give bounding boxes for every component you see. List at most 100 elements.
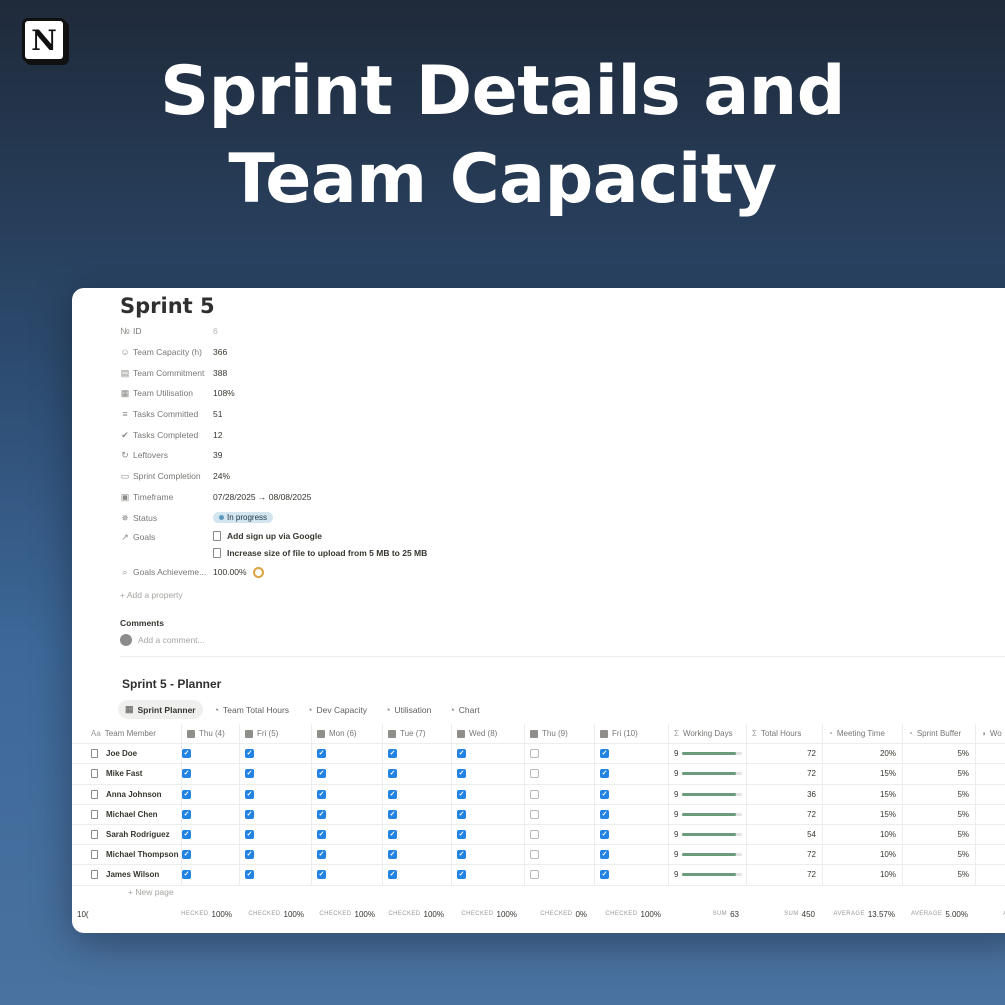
checked-checkbox[interactable]: ✓: [317, 749, 326, 759]
column-header[interactable]: Aa Team Member: [86, 724, 182, 744]
footer-calculation[interactable]: AVERA: [974, 905, 1005, 923]
checked-checkbox[interactable]: ✓: [245, 809, 254, 819]
checked-checkbox[interactable]: ✓: [182, 769, 191, 779]
column-header[interactable]: Wed (8): [452, 724, 525, 744]
day-checkbox-cell[interactable]: ✓: [312, 764, 383, 784]
day-checkbox-cell[interactable]: ✓: [312, 845, 383, 865]
checked-checkbox[interactable]: ✓: [182, 830, 191, 840]
team-member-cell[interactable]: Sarah Rodriguez: [86, 825, 182, 845]
day-checkbox-cell[interactable]: [525, 784, 595, 804]
checked-checkbox[interactable]: ✓: [388, 769, 397, 779]
day-checkbox-cell[interactable]: ✓: [595, 764, 669, 784]
comment-input[interactable]: Add a comment...: [120, 634, 205, 646]
column-header[interactable]: Fri (10): [595, 724, 669, 744]
column-header[interactable]: Fri (5): [240, 724, 312, 744]
property-row[interactable]: ▦ Team Utilisation 108%: [120, 383, 427, 404]
column-header[interactable]: Σ Total Hours: [747, 724, 823, 744]
sprint-buffer-cell[interactable]: 5%: [903, 825, 976, 845]
column-header[interactable]: ◔ Sprint Buffer: [903, 724, 976, 744]
day-checkbox-cell[interactable]: ✓: [595, 865, 669, 885]
goal-link[interactable]: Add sign up via Google: [213, 528, 427, 545]
checked-checkbox[interactable]: ✓: [388, 850, 397, 860]
day-checkbox-cell[interactable]: ✓: [383, 744, 452, 764]
property-row[interactable]: ⌕ Goals Achieveme... 100.00%: [120, 562, 427, 583]
checked-checkbox[interactable]: ✓: [457, 850, 466, 860]
meeting-time-cell[interactable]: 20%: [823, 744, 903, 764]
day-checkbox-cell[interactable]: ✓: [383, 825, 452, 845]
view-tab[interactable]: ◔ Chart: [442, 700, 486, 719]
table-row[interactable]: Sarah Rodriguez ✓ ✓ ✓ ✓ ✓ ✓ 9 54 10% 5%: [72, 825, 1005, 846]
property-row[interactable]: ▣ Timeframe 07/28/2025 → 08/08/2025: [120, 487, 427, 508]
checked-checkbox[interactable]: ✓: [457, 769, 466, 779]
checked-checkbox[interactable]: ✓: [317, 769, 326, 779]
page-title[interactable]: Sprint 5: [120, 294, 215, 318]
checked-checkbox[interactable]: ✓: [182, 809, 191, 819]
day-checkbox-cell[interactable]: ✓: [383, 764, 452, 784]
footer-calculation[interactable]: AVERAGE 5.00%: [901, 905, 974, 923]
view-tab[interactable]: ▦ Sprint Planner: [118, 700, 203, 719]
sprint-buffer-cell[interactable]: 5%: [903, 845, 976, 865]
table-row[interactable]: Michael Chen ✓ ✓ ✓ ✓ ✓ ✓ 9 72 15% 5%: [72, 804, 1005, 825]
day-checkbox-cell[interactable]: ✓: [595, 744, 669, 764]
footer-calculation[interactable]: AVERAGE 13.57%: [821, 905, 901, 923]
day-checkbox-cell[interactable]: ✓: [240, 764, 312, 784]
total-hours-cell[interactable]: 36: [747, 784, 823, 804]
day-checkbox-cell[interactable]: ✓: [452, 845, 525, 865]
column-header[interactable]: Thu (9): [525, 724, 595, 744]
meeting-time-cell[interactable]: 10%: [823, 845, 903, 865]
day-checkbox-cell[interactable]: ✓: [182, 825, 240, 845]
team-member-cell[interactable]: Anna Johnson: [86, 784, 182, 804]
unchecked-checkbox[interactable]: [530, 769, 539, 779]
checked-checkbox[interactable]: ✓: [457, 830, 466, 840]
unchecked-checkbox[interactable]: [530, 870, 539, 880]
checked-checkbox[interactable]: ✓: [245, 769, 254, 779]
meeting-time-cell[interactable]: 10%: [823, 825, 903, 845]
day-checkbox-cell[interactable]: [525, 865, 595, 885]
day-checkbox-cell[interactable]: ✓: [240, 744, 312, 764]
working-days-cell[interactable]: 9: [669, 784, 747, 804]
unchecked-checkbox[interactable]: [530, 830, 539, 840]
footer-calculation[interactable]: SUM 63: [667, 905, 745, 923]
footer-calculation[interactable]: CHECKED 0%: [523, 905, 593, 923]
day-checkbox-cell[interactable]: ✓: [595, 804, 669, 824]
table-cell[interactable]: [976, 764, 1005, 783]
database-title[interactable]: Sprint 5 - Planner: [122, 677, 221, 691]
day-checkbox-cell[interactable]: ✓: [182, 845, 240, 865]
checked-checkbox[interactable]: ✓: [600, 870, 609, 880]
footer-calculation[interactable]: CHECKED 100%: [310, 905, 381, 923]
checked-checkbox[interactable]: ✓: [600, 749, 609, 759]
day-checkbox-cell[interactable]: ✓: [182, 764, 240, 784]
property-row[interactable]: ▭ Sprint Completion 24%: [120, 466, 427, 487]
checked-checkbox[interactable]: ✓: [457, 870, 466, 880]
checked-checkbox[interactable]: ✓: [317, 830, 326, 840]
footer-calculation[interactable]: CHECKED 100%: [450, 905, 523, 923]
day-checkbox-cell[interactable]: ✓: [312, 784, 383, 804]
sprint-buffer-cell[interactable]: 5%: [903, 764, 976, 784]
day-checkbox-cell[interactable]: ✓: [383, 804, 452, 824]
goal-link[interactable]: Increase size of file to upload from 5 M…: [213, 545, 427, 562]
team-member-cell[interactable]: James Wilson: [86, 865, 182, 885]
sprint-buffer-cell[interactable]: 5%: [903, 784, 976, 804]
property-row[interactable]: ✵ Status In progress: [120, 507, 427, 528]
checked-checkbox[interactable]: ✓: [182, 789, 191, 799]
table-cell[interactable]: [976, 825, 1005, 844]
day-checkbox-cell[interactable]: ✓: [240, 865, 312, 885]
total-hours-cell[interactable]: 72: [747, 804, 823, 824]
table-cell[interactable]: [976, 865, 1005, 884]
day-checkbox-cell[interactable]: [525, 804, 595, 824]
day-checkbox-cell[interactable]: [525, 764, 595, 784]
property-row[interactable]: № ID 6: [120, 321, 427, 342]
day-checkbox-cell[interactable]: ✓: [312, 744, 383, 764]
footer-calculation[interactable]: CHECKED 100%: [593, 905, 667, 923]
property-row[interactable]: ≡ Tasks Committed 51: [120, 404, 427, 425]
table-cell[interactable]: [976, 785, 1005, 804]
footer-calculation[interactable]: 10(: [74, 905, 170, 923]
property-row[interactable]: ▤ Team Commitment 388: [120, 362, 427, 383]
day-checkbox-cell[interactable]: ✓: [452, 744, 525, 764]
day-checkbox-cell[interactable]: ✓: [240, 845, 312, 865]
day-checkbox-cell[interactable]: ✓: [595, 825, 669, 845]
checked-checkbox[interactable]: ✓: [245, 850, 254, 860]
working-days-cell[interactable]: 9: [669, 764, 747, 784]
checked-checkbox[interactable]: ✓: [388, 809, 397, 819]
unchecked-checkbox[interactable]: [530, 850, 539, 860]
